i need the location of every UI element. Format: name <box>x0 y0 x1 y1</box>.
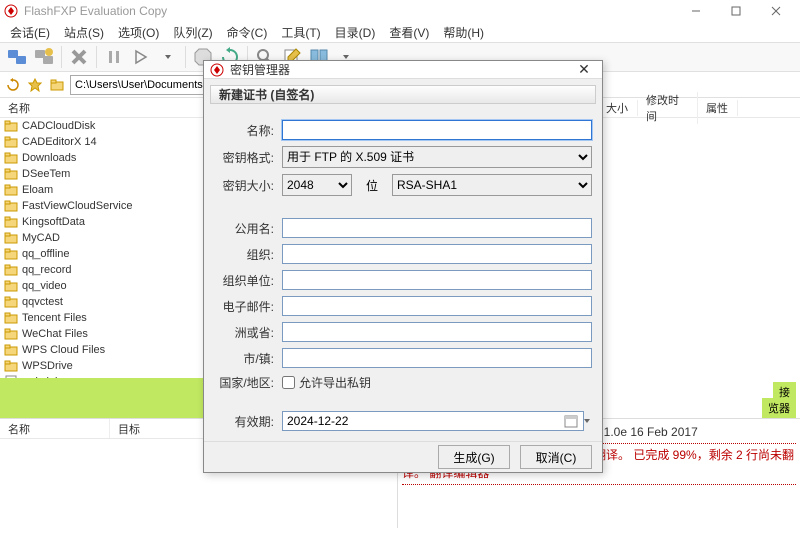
disconnect-icon[interactable] <box>66 44 92 70</box>
file-name: DSeeTem <box>22 168 70 180</box>
menu-help[interactable]: 帮助(H) <box>437 22 490 43</box>
maximize-button[interactable] <box>716 0 756 22</box>
menu-session[interactable]: 会话(E) <box>4 22 56 43</box>
file-name: qqvctest <box>22 296 63 308</box>
play-icon[interactable] <box>128 44 154 70</box>
refresh-small-icon[interactable] <box>4 76 22 94</box>
menu-directory[interactable]: 目录(D) <box>329 22 382 43</box>
file-name: qq_offline <box>22 248 70 260</box>
generate-button[interactable]: 生成(G) <box>438 445 510 469</box>
titlebar: FlashFXP Evaluation Copy <box>0 0 800 22</box>
file-name: FastViewCloudService <box>22 200 132 212</box>
org-field[interactable] <box>282 244 592 264</box>
folder-icon <box>4 215 18 229</box>
label-bit: 位 <box>352 177 392 194</box>
label-name: 名称: <box>214 122 274 139</box>
orgunit-field[interactable] <box>282 270 592 290</box>
connect-remote-icon[interactable] <box>31 44 57 70</box>
menubar: 会话(E) 站点(S) 选项(O) 队列(Z) 命令(C) 工具(T) 目录(D… <box>0 22 800 42</box>
calendar-icon[interactable] <box>564 414 578 428</box>
folder-icon <box>4 359 18 373</box>
file-name: Eloam <box>22 184 53 196</box>
file-name: qq_record <box>22 264 72 276</box>
minimize-button[interactable] <box>676 0 716 22</box>
file-name: KingsoftData <box>22 216 85 228</box>
folder-icon <box>4 295 18 309</box>
file-name: CADCloudDisk <box>22 120 95 132</box>
name-field[interactable] <box>282 120 592 140</box>
cancel-button[interactable]: 取消(C) <box>520 445 592 469</box>
file-name: WPS Cloud Files <box>22 344 105 356</box>
label-keyfmt: 密钥格式: <box>214 149 274 166</box>
connect-local-icon[interactable] <box>4 44 30 70</box>
folder-icon <box>4 167 18 181</box>
folder-icon <box>4 327 18 341</box>
expiry-dropdown-icon[interactable] <box>582 414 592 428</box>
folder-icon <box>4 247 18 261</box>
folder-nav-icon[interactable] <box>48 76 66 94</box>
label-org: 组织: <box>214 246 274 263</box>
label-country: 国家/地区: <box>214 374 274 391</box>
key-manager-dialog: 密钥管理器 ✕ 新建证书 (自签名) 名称: 密钥格式: 用于 FTP 的 X.… <box>203 60 603 473</box>
label-keysize: 密钥大小: <box>214 177 274 194</box>
dialog-subtitle: 新建证书 (自签名) <box>210 85 596 104</box>
menu-options[interactable]: 选项(O) <box>112 22 165 43</box>
label-allowexport: 允许导出私钥 <box>299 374 371 391</box>
email-field[interactable] <box>282 296 592 316</box>
algo-select[interactable]: RSA-SHA1 <box>392 174 592 196</box>
menu-tools[interactable]: 工具(T) <box>275 22 326 43</box>
folder-icon <box>4 119 18 133</box>
menu-view[interactable]: 查看(V) <box>383 22 435 43</box>
col-attr[interactable]: 属性 <box>698 100 738 116</box>
queue-col-name[interactable]: 名称 <box>0 419 110 438</box>
file-name: Downloads <box>22 152 76 164</box>
menu-commands[interactable]: 命令(C) <box>221 22 274 43</box>
dialog-title: 密钥管理器 <box>230 61 572 78</box>
folder-icon <box>4 263 18 277</box>
pause-icon[interactable] <box>101 44 127 70</box>
label-common: 公用名: <box>214 220 274 237</box>
dialog-close-icon[interactable]: ✕ <box>572 61 596 78</box>
folder-icon <box>4 183 18 197</box>
file-name: qq_video <box>22 280 67 292</box>
file-name: WPSDrive <box>22 360 73 372</box>
remote-status-2: 览器 <box>762 398 796 418</box>
col-size[interactable]: 大小 <box>598 100 638 116</box>
folder-icon <box>4 279 18 293</box>
folder-icon <box>4 151 18 165</box>
favorite-icon[interactable] <box>26 76 44 94</box>
folder-icon <box>4 343 18 357</box>
dialog-titlebar[interactable]: 密钥管理器 ✕ <box>204 61 602 79</box>
state-field[interactable] <box>282 322 592 342</box>
keyfmt-select[interactable]: 用于 FTP 的 X.509 证书 <box>282 146 592 168</box>
city-field[interactable] <box>282 348 592 368</box>
menu-sites[interactable]: 站点(S) <box>58 22 110 43</box>
close-button[interactable] <box>756 0 796 22</box>
common-name-field[interactable] <box>282 218 592 238</box>
file-name: WeChat Files <box>22 328 88 340</box>
folder-icon <box>4 311 18 325</box>
folder-icon <box>4 231 18 245</box>
label-expiry: 有效期: <box>214 413 274 430</box>
label-email: 电子邮件: <box>214 298 274 315</box>
label-orgunit: 组织单位: <box>214 272 274 289</box>
window-title: FlashFXP Evaluation Copy <box>24 4 676 18</box>
file-name: MyCAD <box>22 232 60 244</box>
folder-icon <box>4 135 18 149</box>
label-city: 市/镇: <box>214 350 274 367</box>
app-icon <box>4 4 18 18</box>
file-name: CADEditorX 14 <box>22 136 97 148</box>
allow-export-checkbox[interactable] <box>282 376 295 389</box>
dialog-icon <box>210 63 224 77</box>
menu-queue[interactable]: 队列(Z) <box>167 22 218 43</box>
folder-icon <box>4 199 18 213</box>
label-state: 洲或省: <box>214 324 274 341</box>
file-name: Tencent Files <box>22 312 87 324</box>
keysize-select[interactable]: 2048 <box>282 174 352 196</box>
play-dropdown-icon[interactable] <box>155 44 181 70</box>
expiry-field[interactable] <box>282 411 584 431</box>
